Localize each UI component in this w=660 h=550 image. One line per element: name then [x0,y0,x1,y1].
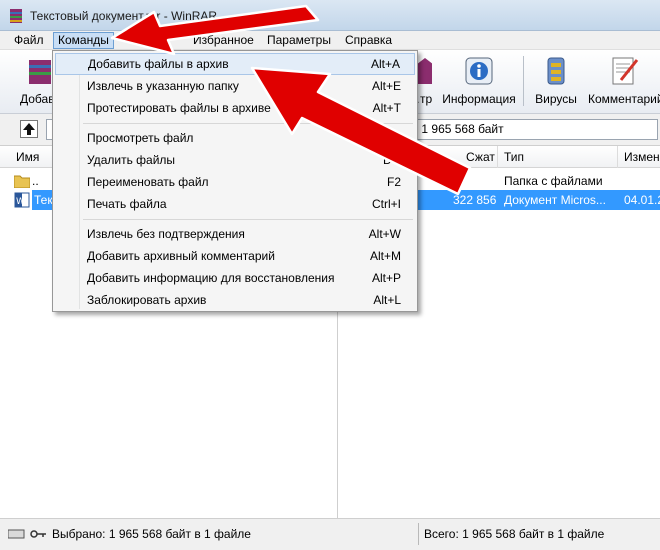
status-bar: Выбрано: 1 965 568 байт в 1 файле Всего:… [0,518,660,550]
comment-button-label: Комментарий [588,92,660,106]
menu-item-shortcut: Alt+P [371,271,401,285]
toolbar-separator [523,56,524,106]
folder-icon [14,175,30,188]
title-bar: Текстовый документ.rar - WinRAR [0,0,660,31]
menu-item-label: Добавить информацию для восстановления [87,271,335,285]
up-folder-button[interactable] [20,120,38,138]
menu-item-label: Добавить архивный комментарий [87,249,275,263]
menu-item-extract-to[interactable]: Извлечь в указанную папку Alt+E [55,75,415,97]
menu-item-add-recovery[interactable]: Добавить информацию для восстановления A… [55,267,415,289]
menu-item-label: Переименовать файл [87,175,209,189]
menu-item-label: Извлечь без подтверждения [87,227,245,241]
menu-item-shortcut: Alt+M [369,249,401,263]
menu-item-shortcut: Ctrl+I [371,197,401,211]
virus-scan-button[interactable]: Вирусы [532,54,580,110]
menu-item-shortcut: Alt+A [370,57,400,71]
menu-options[interactable]: Параметры [263,32,335,49]
comment-button[interactable]: Комментарий [588,54,660,110]
menu-item-print-file[interactable]: Печать файла Ctrl+I [55,193,415,215]
file-type: Документ Micros... [504,193,606,207]
menu-item-label: Протестировать файлы в архиве [87,101,271,115]
virus-scan-button-label: Вирусы [535,92,577,106]
menu-favorites[interactable]: Избранное [189,32,258,49]
menu-item-label: Извлечь в указанную папку [87,79,239,93]
column-packed[interactable]: Сжат [460,146,498,168]
menu-item-shortcut: Alt [386,131,401,145]
drive-key-icon [8,529,46,539]
menu-help[interactable]: Справка [341,32,396,49]
menu-item-shortcut: Alt+W [368,227,401,241]
commands-menu: Добавить файлы в архив Alt+A Извлечь в у… [52,50,418,312]
status-total: Всего: 1 965 568 байт в 1 файле [424,527,605,541]
menu-item-add-files[interactable]: Добавить файлы в архив Alt+A [55,53,415,75]
column-type[interactable]: Тип [498,146,618,168]
winrar-app-icon [10,9,22,23]
menu-item-shortcut: Alt+L [373,293,401,307]
menu-separator [83,123,413,124]
menu-item-label: Заблокировать архив [87,293,207,307]
comment-icon [612,57,639,85]
menu-item-label: Печать файла [87,197,167,211]
menu-item-add-comment[interactable]: Добавить архивный комментарий Alt+M [55,245,415,267]
menu-item-shortcut: Del [382,153,401,167]
info-button[interactable]: Информация [440,54,518,110]
menu-item-label: Добавить файлы в архив [88,57,229,71]
file-type: Папка с файлами [504,174,603,188]
menu-item-test-files[interactable]: Протестировать файлы в архиве Alt+T [55,97,415,119]
menu-item-extract-no-confirm[interactable]: Извлечь без подтверждения Alt+W [55,223,415,245]
file-packed-size: 322 856 [453,193,497,207]
menu-item-shortcut: Alt+E [371,79,401,93]
menu-item-shortcut: Alt+T [372,101,401,115]
menu-file[interactable]: Файл [10,32,48,49]
menu-item-rename-file[interactable]: Переименовать файл F2 [55,171,415,193]
menu-separator [83,219,413,220]
menu-item-shortcut: F2 [386,175,401,189]
menu-item-lock-archive[interactable]: Заблокировать архив Alt+L [55,289,415,311]
svg-text:W: W [16,197,25,207]
info-icon [465,57,493,85]
word-document-icon: W [14,192,30,208]
file-modified: 04.01.2 [624,193,660,207]
virus-scan-icon [547,57,565,85]
status-selected: Выбрано: 1 965 568 байт в 1 файле [52,527,251,541]
file-name: .. [32,174,39,188]
menu-bar: Файл Команды Избранное Параметры Справка [0,31,660,50]
info-button-label: Информация [442,92,516,106]
menu-item-delete-files[interactable]: Удалить файлы Del [55,149,415,171]
status-divider [418,523,419,545]
up-arrow-icon [23,123,35,135]
menu-item-view-file[interactable]: Просмотреть файл Alt [55,127,415,149]
menu-item-label: Просмотреть файл [87,131,194,145]
column-modified[interactable]: Измен [618,146,660,168]
menu-item-label: Удалить файлы [87,153,176,167]
menu-commands[interactable]: Команды [53,32,114,49]
window-title: Текстовый документ.rar - WinRAR [30,9,218,23]
